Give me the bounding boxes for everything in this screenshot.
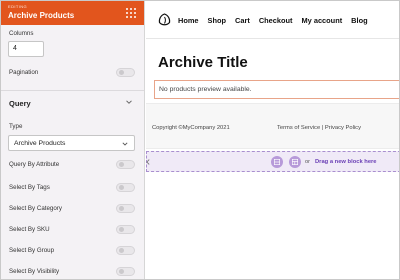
site-preview: Home Shop Cart Checkout My account Blog … xyxy=(146,1,399,279)
select-by-sku-toggle[interactable] xyxy=(116,225,135,234)
collapse-panel-icon[interactable] xyxy=(146,159,150,165)
chevron-down-icon[interactable] xyxy=(125,98,133,106)
header-divider xyxy=(146,38,399,39)
caret-down-icon xyxy=(122,142,128,146)
site-logo-icon[interactable] xyxy=(158,13,171,27)
block-grid-icon xyxy=(274,159,280,165)
type-select[interactable]: Archive Products xyxy=(8,135,135,151)
nav-shop-link[interactable]: Shop xyxy=(208,16,226,25)
no-products-notice[interactable]: No products preview available. xyxy=(154,80,399,99)
add-block-button[interactable] xyxy=(271,156,283,168)
drag-new-block-link[interactable]: Drag a new block here xyxy=(315,159,377,165)
pagination-label: Pagination xyxy=(9,69,39,76)
select-by-visibility-toggle[interactable] xyxy=(116,267,135,276)
columns-label: Columns xyxy=(9,30,34,37)
option-label: Select By Visibility xyxy=(9,268,60,275)
panel-kicker: EDITING xyxy=(8,4,28,9)
panel-header: EDITING Archive Products xyxy=(1,1,144,25)
select-by-group-toggle[interactable] xyxy=(116,246,135,255)
option-label: Select By Category xyxy=(9,205,62,212)
drag-grid-icon[interactable] xyxy=(126,8,136,18)
or-text: or xyxy=(305,159,310,165)
query-by-attribute-toggle[interactable] xyxy=(116,160,135,169)
query-section-title: Query xyxy=(9,99,31,108)
option-label: Select By SKU xyxy=(9,226,50,233)
terms-of-service-link[interactable]: Terms of Service xyxy=(277,125,320,131)
option-label: Select By Tags xyxy=(9,184,50,191)
nav-home-link[interactable]: Home xyxy=(178,16,199,25)
nav-checkout-link[interactable]: Checkout xyxy=(259,16,293,25)
archive-title[interactable]: Archive Title xyxy=(158,54,248,71)
columns-input[interactable]: 4 xyxy=(8,41,44,57)
layout-icon xyxy=(292,159,298,165)
select-by-category-toggle[interactable] xyxy=(116,204,135,213)
panel-title: Archive Products xyxy=(8,11,75,20)
main-nav: Home Shop Cart Checkout My account Blog xyxy=(178,16,368,25)
privacy-policy-link[interactable]: Privacy Policy xyxy=(325,125,361,131)
nav-cart-link[interactable]: Cart xyxy=(235,16,250,25)
select-by-tags-toggle[interactable] xyxy=(116,183,135,192)
section-divider xyxy=(1,90,144,91)
type-select-value: Archive Products xyxy=(14,140,66,147)
editor-window: EDITING Archive Products Columns 4 Pagin… xyxy=(0,0,400,280)
footer-links: Terms of Service | Privacy Policy xyxy=(277,125,361,131)
nav-blog-link[interactable]: Blog xyxy=(351,16,367,25)
site-footer: Copyright ©MyCompany 2021 Terms of Servi… xyxy=(146,103,399,149)
block-library-button[interactable] xyxy=(289,156,301,168)
type-label: Type xyxy=(9,123,23,130)
option-label: Query By Attribute xyxy=(9,161,60,168)
footer-copyright: Copyright ©MyCompany 2021 xyxy=(152,125,230,131)
option-label: Select By Group xyxy=(9,247,55,254)
settings-panel: EDITING Archive Products Columns 4 Pagin… xyxy=(1,1,145,279)
nav-my-account-link[interactable]: My account xyxy=(302,16,343,25)
block-drop-zone[interactable]: or Drag a new block here xyxy=(146,151,399,172)
pagination-toggle[interactable] xyxy=(116,68,135,77)
